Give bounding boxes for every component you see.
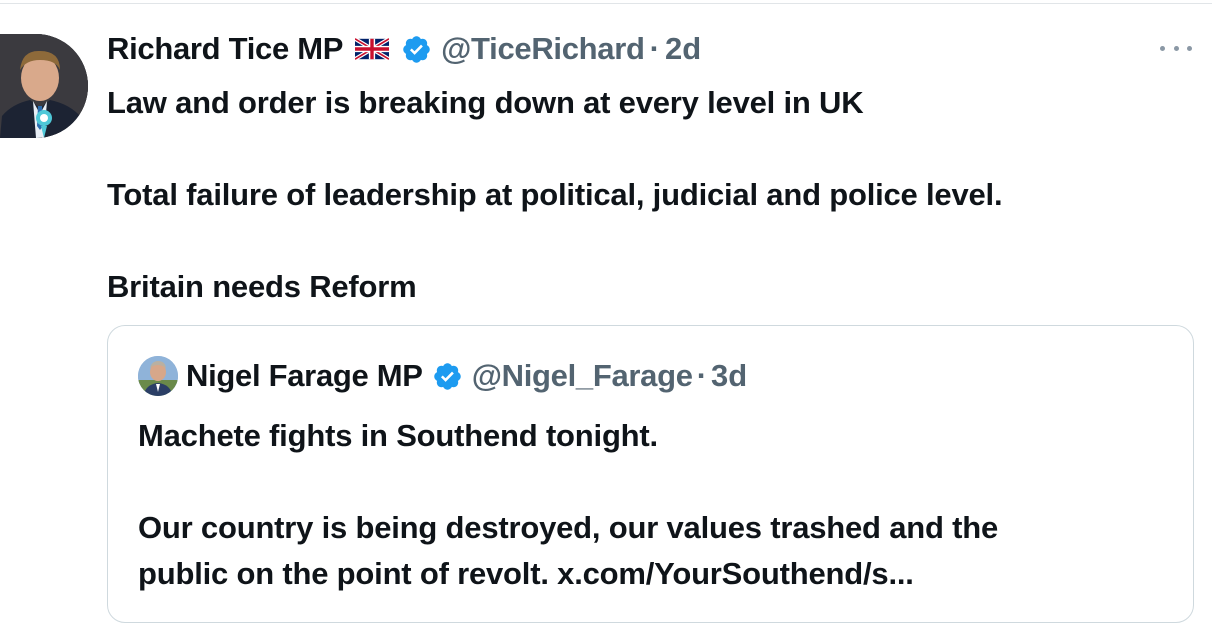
quote-text: Machete fights in Southend tonight. Our …: [138, 413, 1178, 597]
author-handle[interactable]: @TiceRichard: [441, 28, 645, 70]
tweet-text-line: Total failure of leadership at political…: [107, 177, 1003, 212]
quoted-tweet-card[interactable]: Nigel Farage MP @Nigel_Farage · 3d Mache…: [107, 325, 1194, 623]
tweet-text-line: Law and order is breaking down at every …: [107, 85, 864, 120]
author-avatar[interactable]: [0, 34, 88, 138]
tweet-timestamp[interactable]: 2d: [665, 28, 701, 70]
author-name[interactable]: Richard Tice MP: [107, 28, 343, 70]
quote-text-line: Our country is being destroyed, our valu…: [138, 510, 999, 545]
tweet: Richard Tice MP @TiceRichard · 2d Law an…: [0, 0, 1212, 632]
tweet-text: Law and order is breaking down at every …: [107, 80, 1187, 310]
quote-text-line: public on the point of revolt. x.com/You…: [138, 556, 914, 591]
quote-header-separator: ·: [696, 358, 708, 393]
quote-author-name[interactable]: Nigel Farage MP: [186, 358, 423, 394]
more-options-icon[interactable]: [1160, 36, 1192, 60]
quote-text-line: Machete fights in Southend tonight.: [138, 418, 658, 453]
avatar-image: [0, 34, 88, 138]
quote-header: Nigel Farage MP @Nigel_Farage · 3d: [138, 356, 747, 396]
verified-badge-icon: [401, 34, 432, 65]
quote-timestamp[interactable]: 3d: [711, 358, 747, 394]
uk-flag-icon: [355, 38, 390, 60]
quote-author-handle[interactable]: @Nigel_Farage: [472, 358, 693, 394]
tweet-text-line: Britain needs Reform: [107, 269, 417, 304]
quote-author-avatar[interactable]: [138, 356, 178, 396]
header-separator: ·: [649, 31, 660, 66]
verified-badge-icon: [432, 361, 463, 392]
quote-avatar-image: [138, 356, 178, 396]
tweet-header: Richard Tice MP @TiceRichard · 2d: [107, 28, 701, 70]
